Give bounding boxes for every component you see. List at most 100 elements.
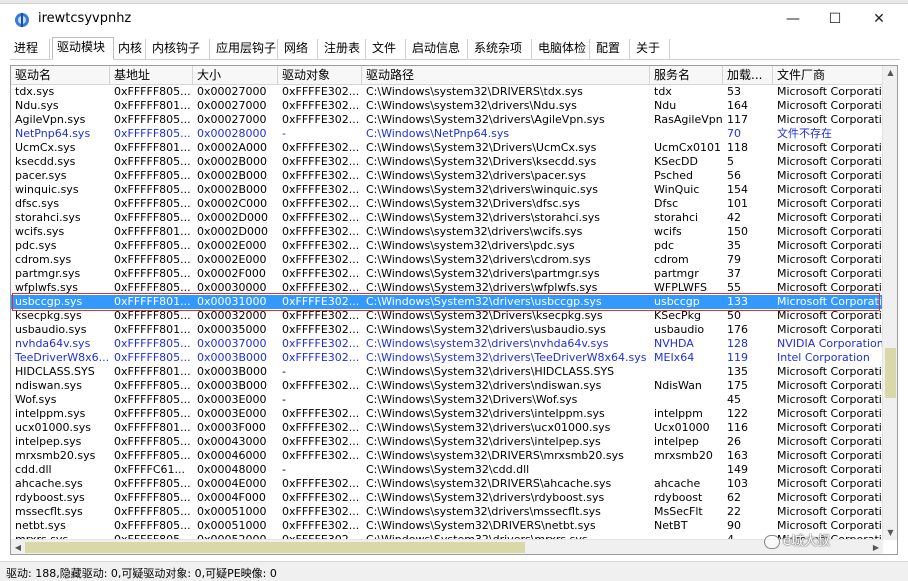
- maximize-button[interactable]: ☐: [812, 4, 858, 34]
- table-row[interactable]: intelpep.sys 0xFFFFF805... 0x00043000 0xFFF…: [11, 435, 883, 449]
- table-cell: 0x0003B000: [197, 351, 268, 364]
- table-cell: Ndu.sys: [15, 99, 59, 112]
- table-row[interactable]: AgileVpn.sys 0xFFFFF805... 0x00027000 0xFFF…: [11, 113, 883, 127]
- table-cell: 42: [727, 211, 741, 224]
- table-row[interactable]: usbccgp.sys 0xFFFFF801... 0x00031000 0xFFFF…: [11, 295, 883, 309]
- table-row[interactable]: dfsc.sys 0xFFFFF805... 0x0002C000 0xFFFFE30…: [11, 197, 883, 211]
- tab-11[interactable]: 配置: [592, 39, 630, 59]
- table-cell: C:\Windows\system32\drivers\pdc.sys: [366, 239, 575, 252]
- table-row[interactable]: wfplwfs.sys 0xFFFFF805... 0x00030000 0xFFFF…: [11, 281, 883, 295]
- tab-4[interactable]: 应用层钩子: [212, 39, 278, 59]
- tab-12[interactable]: 关于: [632, 39, 670, 59]
- table-cell: C:\Windows\System32\drivers\TeeDriverW8x…: [366, 351, 647, 364]
- column-header-5[interactable]: 服务名: [650, 66, 723, 85]
- horizontal-scroll-thumb[interactable]: [25, 542, 525, 553]
- table-cell: [650, 365, 723, 379]
- tab-6[interactable]: 注册表: [320, 39, 366, 59]
- table-cell: 0xFFFFE302...: [282, 351, 360, 364]
- table-row[interactable]: netbt.sys 0xFFFFF805... 0x00051000 0xFFFFE3…: [11, 519, 883, 533]
- table-cell: Microsoft Corporation: [777, 435, 883, 448]
- table-row[interactable]: storahci.sys 0xFFFFF805... 0x0002D000 0xFFF…: [11, 211, 883, 225]
- table-cell: 0xFFFFE302...: [282, 449, 360, 462]
- column-header-1[interactable]: 基地址: [110, 66, 193, 85]
- tab-7[interactable]: 文件: [368, 39, 406, 59]
- minimize-icon: —: [786, 11, 800, 27]
- table-row[interactable]: ucx01000.sys 0xFFFFF801... 0x0003F000 0xFFF…: [11, 421, 883, 435]
- table-cell: 0xFFFFE302...: [282, 505, 360, 518]
- table-row[interactable]: ksecpkg.sys 0xFFFFF805... 0x00032000 0xFFFF…: [11, 309, 883, 323]
- vertical-scrollbar[interactable]: ▲ ▼: [882, 66, 897, 540]
- table-cell: C:\Windows\system32\drivers\nvhda64v.sys: [366, 337, 609, 350]
- table-row[interactable]: Ndu.sys 0xFFFFF801... 0x00027000 0xFFFFE302…: [11, 99, 883, 113]
- table-cell: 53: [727, 85, 741, 98]
- table-cell: 0xFFFFF805...: [114, 393, 191, 406]
- vertical-scroll-thumb[interactable]: [885, 348, 896, 398]
- table-row[interactable]: rdyboost.sys 0xFFFFF805... 0x0004F000 0xFFF…: [11, 491, 883, 505]
- column-header-7[interactable]: 文件厂商: [773, 66, 883, 85]
- scroll-up-icon[interactable]: ▲: [883, 66, 897, 80]
- table-row[interactable]: Wof.sys 0xFFFFF805... 0x0003E000 - C:\Window…: [11, 393, 883, 407]
- table-cell: HIDCLASS.SYS: [15, 365, 95, 378]
- tab-2[interactable]: 内核: [114, 39, 146, 59]
- table-cell: C:\Windows\System32\drivers\AgileVpn.sys: [366, 113, 605, 126]
- table-cell: 103: [727, 477, 748, 490]
- horizontal-scrollbar[interactable]: ◀ ▶: [11, 539, 883, 554]
- table-cell: WinQuic: [654, 183, 700, 196]
- tab-0[interactable]: 进程: [10, 39, 50, 59]
- table-row[interactable]: HIDCLASS.SYS 0xFFFFF801... 0x0003B000 - C:\W…: [11, 365, 883, 379]
- driver-list[interactable]: 驱动名 基地址 大小 驱动对象 驱动路径 服务名 加载... 文件厂商 tdx.sys 0xFF…: [10, 65, 898, 555]
- table-row[interactable]: mrxsmb20.sys 0xFFFFF805... 0x00046000 0xFFF…: [11, 449, 883, 463]
- table-cell: 0x0002D000: [197, 211, 268, 224]
- table-row[interactable]: wcifs.sys 0xFFFFF801... 0x0002D000 0xFFFFE3…: [11, 225, 883, 239]
- column-header-0[interactable]: 驱动名: [11, 66, 110, 85]
- table-row[interactable]: winquic.sys 0xFFFFF805... 0x0002B000 0xFFFF…: [11, 183, 883, 197]
- table-cell: Microsoft Corporation: [777, 379, 883, 392]
- table-cell: 0xFFFFC61...: [114, 463, 185, 476]
- table-cell: C:\Windows\System32\drivers\rdyboost.sys: [366, 491, 605, 504]
- tab-5[interactable]: 网络: [280, 39, 318, 59]
- table-cell: wfplwfs.sys: [15, 281, 78, 294]
- table-cell: NdisWan: [654, 379, 702, 392]
- table-row[interactable]: UcmCx.sys 0xFFFFF801... 0x0002A000 0xFFFFE3…: [11, 141, 883, 155]
- tab-8[interactable]: 启动信息: [408, 39, 468, 59]
- tab-9[interactable]: 系统杂项: [470, 39, 532, 59]
- table-row[interactable]: cdrom.sys 0xFFFFF805... 0x0002E000 0xFFFFE3…: [11, 253, 883, 267]
- table-row[interactable]: usbaudio.sys 0xFFFFF801... 0x00035000 0xFFF…: [11, 323, 883, 337]
- table-row[interactable]: TeeDriverW8x6... 0xFFFFF805... 0x0003B000 0…: [11, 351, 883, 365]
- table-cell: C:\Windows\System32\Drivers\UcmCx.sys: [366, 141, 597, 154]
- table-row[interactable]: pdc.sys 0xFFFFF805... 0x0002E000 0xFFFFE302…: [11, 239, 883, 253]
- table-row[interactable]: pacer.sys 0xFFFFF805... 0x0002B000 0xFFFFE3…: [11, 169, 883, 183]
- table-row[interactable]: intelppm.sys 0xFFFFF805... 0x0003E000 0xFFF…: [11, 407, 883, 421]
- table-row[interactable]: partmgr.sys 0xFFFFF805... 0x0002F000 0xFFFF…: [11, 267, 883, 281]
- table-cell: 70: [727, 127, 741, 140]
- table-row[interactable]: mssecflt.sys 0xFFFFF805... 0x00051000 0xFFF…: [11, 505, 883, 519]
- tab-3[interactable]: 内核钩子: [148, 39, 210, 59]
- table-row[interactable]: cdd.dll 0xFFFFC61... 0x00048000 - C:\Windows…: [11, 463, 883, 477]
- table-row[interactable]: tdx.sys 0xFFFFF805... 0x00027000 0xFFFFE302…: [11, 85, 883, 99]
- scroll-down-icon[interactable]: ▼: [883, 526, 897, 540]
- tab-1[interactable]: 驱动模块: [52, 37, 114, 60]
- column-header-3[interactable]: 驱动对象: [278, 66, 362, 85]
- table-cell: NetPnp64.sys: [15, 127, 91, 140]
- table-cell: usbccgp.sys: [15, 295, 83, 308]
- column-header-4[interactable]: 驱动路径: [362, 66, 650, 85]
- table-cell: Microsoft Corporation: [777, 113, 883, 126]
- column-header-6[interactable]: 加载...: [723, 66, 773, 85]
- table-row[interactable]: ksecdd.sys 0xFFFFF805... 0x0002B000 0xFFFFE…: [11, 155, 883, 169]
- table-cell: C:\Windows\System32\drivers\cdrom.sys: [366, 253, 591, 266]
- close-button[interactable]: ✕: [856, 4, 902, 34]
- table-row[interactable]: ahcache.sys 0xFFFFF805... 0x0004E000 0xFFFF…: [11, 477, 883, 491]
- tab-10[interactable]: 电脑体检: [534, 39, 590, 59]
- column-header-2[interactable]: 大小: [193, 66, 278, 85]
- table-row[interactable]: ndiswan.sys 0xFFFFF805... 0x0003B000 0xFFFF…: [11, 379, 883, 393]
- table-cell: 0x00037000: [197, 337, 267, 350]
- scroll-left-icon[interactable]: ◀: [11, 540, 25, 554]
- table-row[interactable]: NetPnp64.sys 0xFFFFF805... 0x00028000 - C:\W…: [11, 127, 883, 141]
- table-cell: UcmCx.sys: [15, 141, 76, 154]
- table-row[interactable]: nvhda64v.sys 0xFFFFF805... 0x00037000 0xFFF…: [11, 337, 883, 351]
- minimize-button[interactable]: —: [770, 4, 816, 34]
- table-cell: 0xFFFFE302...: [282, 407, 360, 420]
- table-cell: 128: [727, 337, 748, 350]
- scroll-right-icon[interactable]: ▶: [869, 540, 883, 554]
- table-cell: 0x0003B000: [197, 379, 268, 392]
